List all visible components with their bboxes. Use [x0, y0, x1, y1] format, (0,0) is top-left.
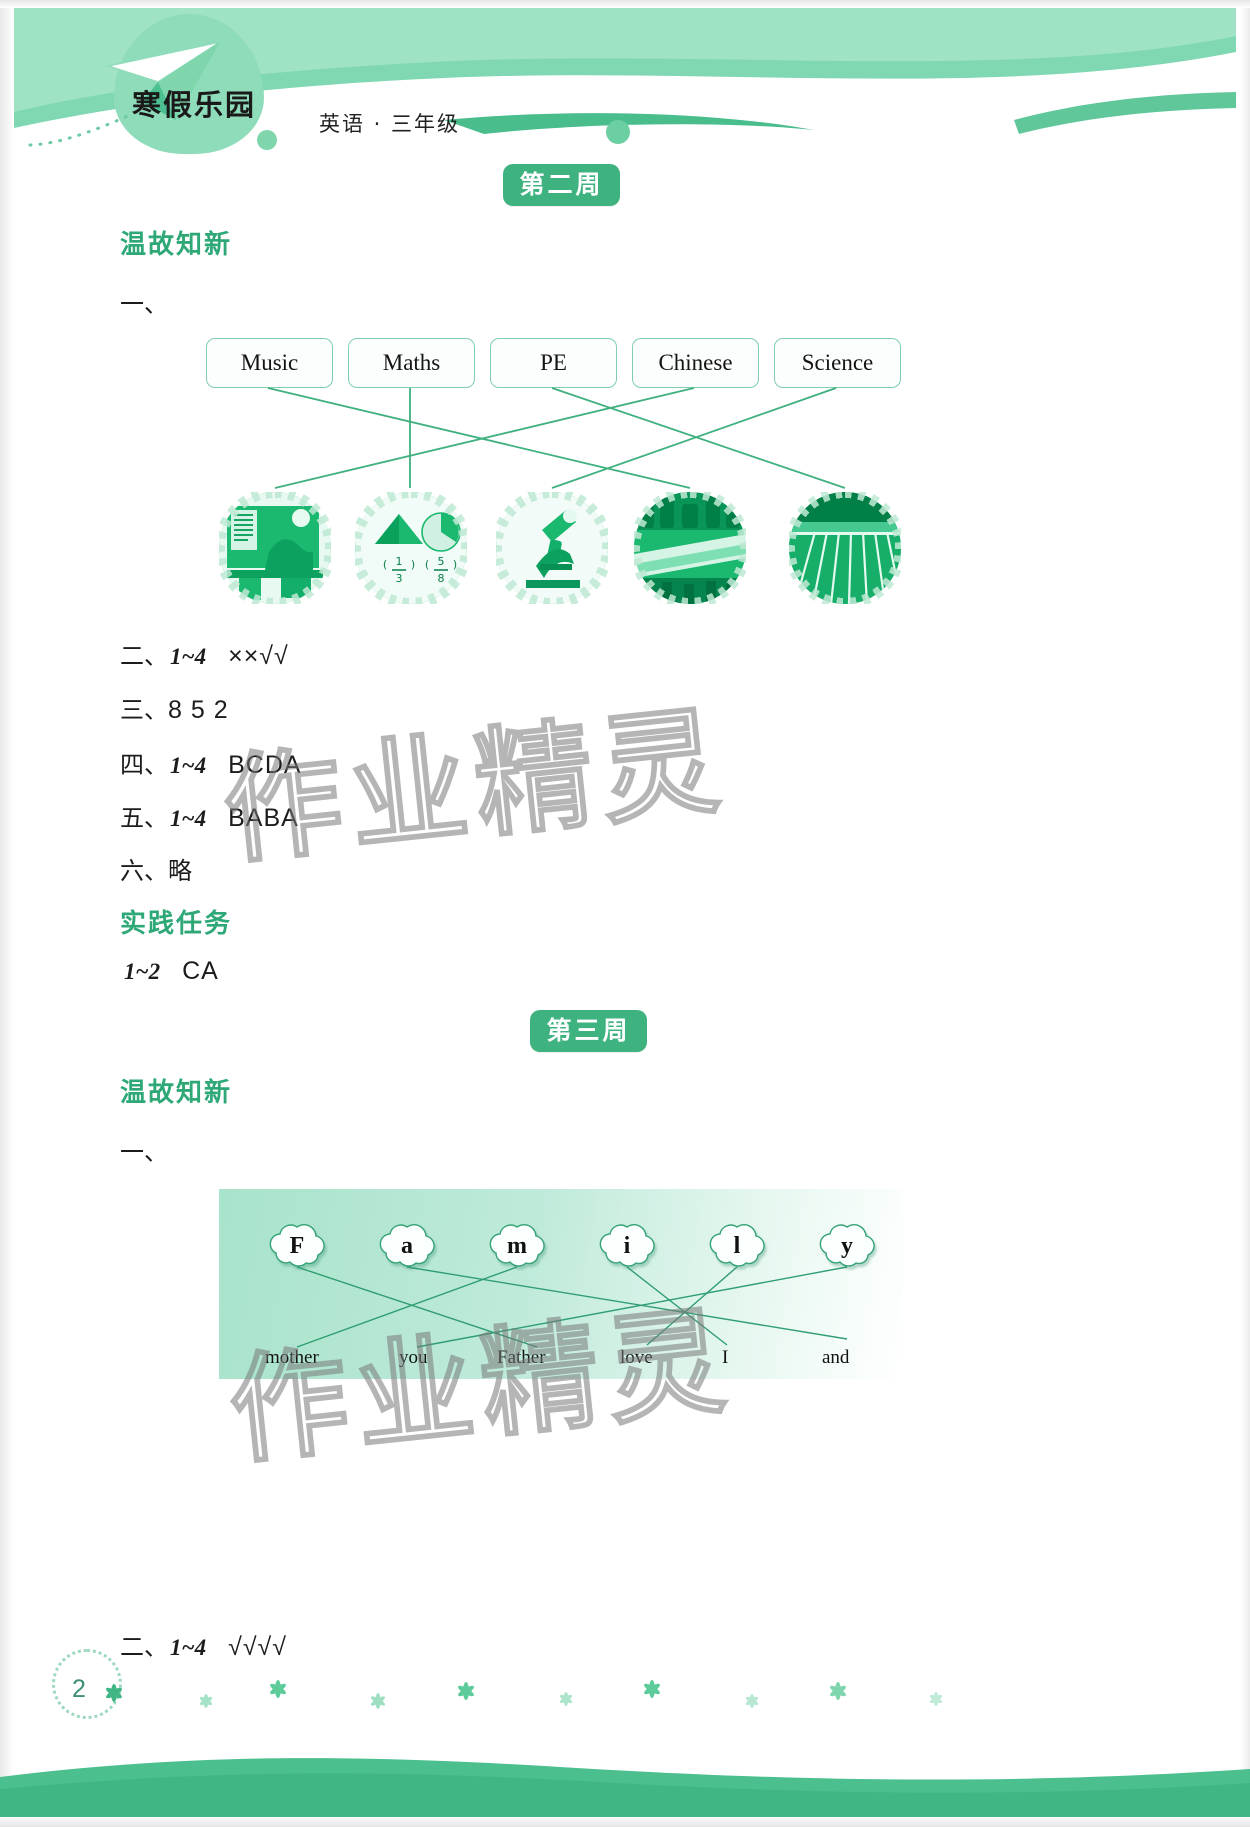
- family-word-love[interactable]: love: [620, 1347, 653, 1369]
- answer-num-6-week2: 六、: [120, 857, 168, 885]
- answer-row-2-week3: 二、1~4 √√√√: [120, 1627, 287, 1662]
- answer-num-2-week2: 二、: [120, 642, 168, 670]
- answer-value-2-week3: √√√√: [228, 1633, 287, 1661]
- section-head-review-week3: 温故知新: [120, 1078, 233, 1108]
- answer-value-3-week2: 8 5 2: [168, 696, 229, 724]
- answer-row-3-week2: 三、8 5 2: [120, 690, 229, 725]
- section-head-practice-week2: 实践任务: [120, 909, 233, 939]
- letter-badge-a[interactable]: a: [376, 1220, 438, 1272]
- picture-maths-fractions: (1 3) (5 8): [355, 492, 467, 604]
- answer-range-5-week2: 1~4: [170, 806, 207, 831]
- family-word-mother[interactable]: mother: [265, 1347, 319, 1369]
- answer-row-6-week2: 六、略: [120, 851, 192, 886]
- scallop-frame-4: [634, 492, 746, 604]
- scallop-frame-2: [355, 492, 467, 604]
- picture-classroom-chinese: [219, 492, 331, 604]
- answer-row-5-week2: 五、1~4 BABA: [120, 798, 299, 833]
- scallop-frame-3: [496, 492, 608, 604]
- scallop-frame-1: [219, 492, 331, 604]
- letter-badge-l[interactable]: l: [706, 1220, 768, 1272]
- family-matching-lines: [296, 1266, 848, 1348]
- family-word-i[interactable]: I: [722, 1347, 728, 1369]
- matching-lines-week2: [267, 387, 846, 489]
- answer-num-3-week2: 三、: [120, 696, 168, 724]
- answer-value-6-week2: 略: [168, 857, 192, 885]
- answer-value-5-week2: BABA: [228, 804, 299, 832]
- answer-num-5-week2: 五、: [120, 804, 168, 832]
- answer-row-2-week2: 二、1~4 ××√√: [120, 636, 289, 671]
- answer-range-2-week2: 1~4: [170, 644, 207, 669]
- footer-flowers-decoration: [106, 1680, 943, 1709]
- answer-num-2-week3: 二、: [120, 1633, 168, 1661]
- letter-badge-m[interactable]: m: [486, 1220, 548, 1272]
- family-word-father[interactable]: Father: [497, 1347, 546, 1369]
- picture-music-band: [634, 492, 746, 604]
- answer-value-2-week2: ××√√: [228, 642, 289, 670]
- practice-value-week2: CA: [182, 957, 219, 985]
- answer-num-4-week2: 四、: [120, 751, 168, 779]
- picture-microscope-science: [496, 492, 608, 604]
- letter-badge-F[interactable]: F: [266, 1220, 328, 1272]
- q1-label-week3: 一、: [120, 1138, 168, 1166]
- picture-running-track-pe: [789, 492, 901, 604]
- scallop-frame-5: [789, 492, 901, 604]
- letter-badge-y[interactable]: y: [816, 1220, 878, 1272]
- answer-range-2-week3: 1~4: [170, 1635, 207, 1660]
- answer-range-4-week2: 1~4: [170, 753, 207, 778]
- letter-badge-i[interactable]: i: [596, 1220, 658, 1272]
- answer-row-4-week2: 四、1~4 BCDA: [120, 745, 302, 780]
- week-badge-week3: 第三周: [530, 1010, 647, 1052]
- page-number: 2: [72, 1675, 86, 1703]
- question-number-1-week3: 一、: [120, 1132, 168, 1167]
- family-word-and[interactable]: and: [822, 1347, 849, 1369]
- answer-value-4-week2: BCDA: [228, 751, 302, 779]
- family-word-you[interactable]: you: [399, 1347, 428, 1369]
- answer-key-page: 寒假乐园 英语 · 三年级 第二周 温故知新 一、 Music Maths PE…: [0, 0, 1250, 1827]
- practice-range-week2: 1~2: [124, 959, 161, 984]
- practice-answer-week2: 1~2 CA: [124, 957, 219, 986]
- footer-wave-decoration: [0, 1758, 1250, 1817]
